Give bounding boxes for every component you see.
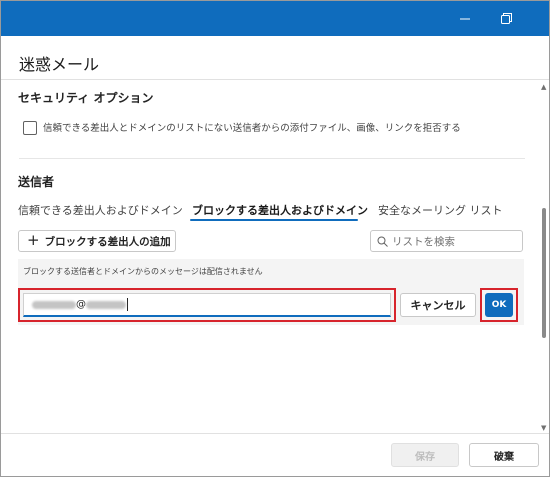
dialog-title: 迷惑メール — [19, 55, 100, 74]
discard-button[interactable]: 破棄 — [469, 443, 539, 467]
minimize-icon — [460, 18, 470, 19]
active-tab-indicator — [190, 219, 358, 221]
plus-icon: + — [27, 231, 40, 249]
add-blocked-sender-label: ブロックする差出人の追加 — [44, 235, 171, 248]
search-list-input[interactable]: リストを検索 — [370, 230, 523, 252]
ok-button[interactable]: OK — [485, 293, 513, 317]
minimize-button[interactable] — [444, 1, 486, 36]
redacted-local-part — [32, 300, 76, 309]
restore-icon — [500, 13, 512, 24]
scrollbar-thumb[interactable] — [542, 208, 546, 338]
blocked-sender-email-input[interactable]: @ — [23, 293, 391, 317]
senders-heading: 送信者 — [18, 175, 55, 189]
add-blocked-sender-button[interactable]: + ブロックする差出人の追加 — [18, 230, 176, 252]
text-caret — [127, 298, 128, 311]
section-divider — [19, 158, 525, 159]
divider — [1, 79, 549, 80]
tab-safe-mailing-lists[interactable]: 安全なメーリング リスト — [378, 202, 503, 218]
search-placeholder: リストを検索 — [392, 235, 455, 248]
junk-email-dialog: 迷惑メール セキュリティ オプション 信頼できる差出人とドメインのリストにない送… — [0, 0, 550, 477]
block-attachments-checkbox[interactable] — [23, 121, 37, 135]
redacted-domain — [86, 300, 126, 309]
save-button[interactable]: 保存 — [391, 443, 459, 467]
restore-button[interactable] — [485, 1, 527, 36]
security-heading: セキュリティ オプション — [18, 91, 154, 105]
tab-trusted-senders[interactable]: 信頼できる差出人およびドメイン — [18, 202, 183, 218]
cancel-button[interactable]: キャンセル — [400, 293, 476, 317]
scroll-down-icon[interactable]: ▼ — [541, 424, 546, 432]
title-bar — [1, 1, 549, 36]
email-at-sign: @ — [76, 299, 86, 310]
footer-divider — [1, 433, 549, 434]
search-icon — [377, 236, 388, 247]
block-attachments-label: 信頼できる差出人とドメインのリストにない送信者からの添付ファイル、画像、リンクを… — [43, 123, 461, 134]
scroll-up-icon[interactable]: ▲ — [541, 83, 546, 91]
tab-blocked-senders[interactable]: ブロックする差出人およびドメイン — [192, 202, 368, 218]
blocked-info-text: ブロックする送信者とドメインからのメッセージは配信されません — [23, 267, 263, 276]
